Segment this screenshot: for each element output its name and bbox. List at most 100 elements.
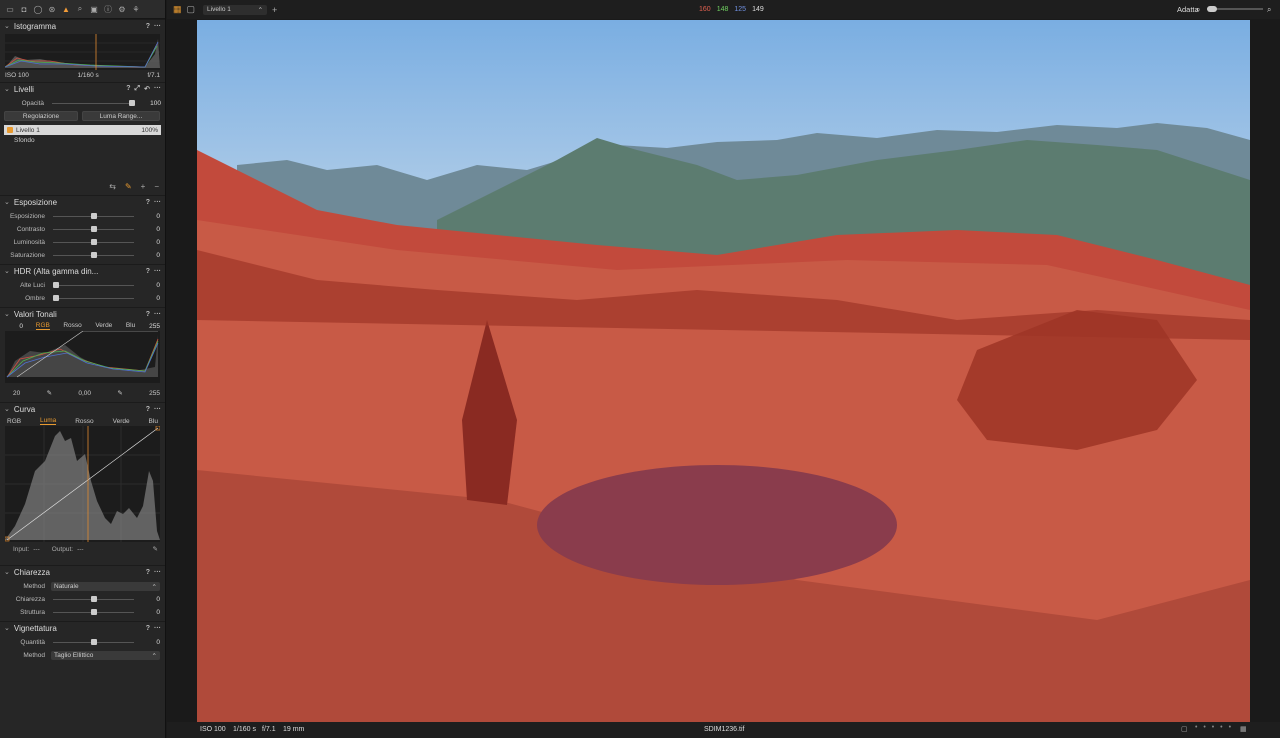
more-icon[interactable]: ···: [154, 23, 161, 30]
clarity-method-select[interactable]: Naturale ⌃: [51, 582, 160, 591]
single-view-icon[interactable]: ▢: [187, 4, 196, 15]
grid-view-icon[interactable]: ▦: [173, 4, 182, 15]
adjustments-icon[interactable]: ▣: [88, 3, 100, 15]
more-icon[interactable]: ···: [154, 85, 161, 93]
curve-tab-blue[interactable]: Blu: [149, 418, 158, 425]
status-aperture: f/7.1: [262, 726, 276, 733]
help-icon[interactable]: ?: [146, 569, 150, 576]
page-dots[interactable]: • • • • •: [1195, 724, 1233, 731]
saturation-slider[interactable]: [53, 249, 134, 262]
luma-range-button[interactable]: Luma Range...: [82, 111, 160, 121]
metadata-icon[interactable]: ⓘ: [102, 3, 114, 15]
pick-white-icon[interactable]: ✎: [117, 389, 122, 397]
help-icon[interactable]: ?: [146, 406, 150, 413]
levels-tab-green[interactable]: Verde: [95, 322, 112, 330]
histogram-header[interactable]: ⌄ Istogramma? ···: [0, 19, 165, 32]
curve-tab-luma[interactable]: Luma: [40, 417, 57, 425]
clarity-header[interactable]: ⌄ Chiarezza? ···: [0, 565, 165, 578]
tool-tabs: ▭ ◘ ◯ ⊛ ▲ ⌕ ▣ ⓘ ⚙ ⚘: [0, 0, 165, 19]
output-icon[interactable]: ⚙: [116, 3, 128, 15]
curve-tab-red[interactable]: Rosso: [75, 418, 93, 425]
brightness-slider[interactable]: [53, 236, 134, 249]
library-icon[interactable]: ▭: [4, 3, 16, 15]
vignette-amount-slider[interactable]: [53, 636, 134, 649]
hdr-panel: Alte Luci 0 Ombre 0: [0, 277, 165, 307]
batch-icon[interactable]: ⚘: [130, 3, 142, 15]
opacity-knob[interactable]: [129, 100, 135, 106]
more-icon[interactable]: ···: [154, 311, 161, 318]
camera-icon[interactable]: ◘: [18, 3, 30, 15]
structure-slider[interactable]: [53, 606, 134, 619]
levels-tab-red[interactable]: Rosso: [63, 322, 81, 330]
color-icon[interactable]: ⊛: [46, 3, 58, 15]
layer-row-active[interactable]: Livello 1 100%: [4, 125, 161, 135]
histogram-aperture: f/7.1: [147, 72, 160, 79]
pick-black-icon[interactable]: ✎: [47, 389, 52, 397]
levels-header[interactable]: ⌄ Valori Tonali? ···: [0, 307, 165, 320]
status-focal: 19 mm: [283, 726, 305, 733]
levels-tab-blue[interactable]: Blu: [126, 322, 135, 330]
details-icon[interactable]: ⌕: [74, 3, 86, 15]
levels-low-value[interactable]: 20: [5, 390, 20, 397]
help-icon[interactable]: ?: [146, 23, 150, 30]
highlights-slider[interactable]: [53, 279, 134, 292]
help-icon[interactable]: ?: [126, 85, 130, 93]
add-layer-icon[interactable]: +: [141, 182, 146, 191]
layer-select[interactable]: Livello 1 ⌃: [203, 4, 268, 15]
more-icon[interactable]: ···: [154, 268, 161, 275]
levels-graph[interactable]: [5, 331, 160, 383]
layer-checkbox[interactable]: [7, 127, 13, 133]
exposure-slider[interactable]: [53, 210, 134, 223]
shadows-slider[interactable]: [53, 292, 134, 305]
contrast-slider[interactable]: [53, 223, 134, 236]
copy-icon[interactable]: ⤢: [135, 85, 141, 93]
tool-sidebar: ▭ ◘ ◯ ⊛ ▲ ⌕ ▣ ⓘ ⚙ ⚘ ⌄ Istogramma? ··· ISO …: [0, 0, 166, 738]
help-icon[interactable]: ?: [146, 311, 150, 318]
levels-high-value[interactable]: 255: [149, 390, 160, 397]
curve-tab-rgb[interactable]: RGB: [7, 418, 21, 425]
exposure-panel: Esposizione 0 Contrasto 0 Luminosità 0 Satu…: [0, 208, 165, 264]
layers-header[interactable]: ⌄ Livelli? ⤢ ↶ ···: [0, 82, 165, 95]
more-icon[interactable]: ···: [154, 199, 161, 206]
help-icon[interactable]: ?: [146, 625, 150, 632]
adjustment-dropdown[interactable]: Regolazione: [4, 111, 78, 121]
help-icon[interactable]: ?: [146, 268, 150, 275]
image-viewer[interactable]: [197, 20, 1250, 722]
curve-tab-green[interactable]: Verde: [113, 418, 130, 425]
hdr-header[interactable]: ⌄ HDR (Alta gamma din...? ···: [0, 264, 165, 277]
curve-graph[interactable]: [5, 426, 160, 542]
grid-icon[interactable]: ▦: [1240, 725, 1247, 733]
lens-icon[interactable]: ◯: [32, 3, 44, 15]
opacity-slider[interactable]: [52, 97, 135, 110]
more-icon[interactable]: ···: [154, 625, 161, 632]
layer-row[interactable]: Sfondo: [4, 135, 161, 145]
zoom-in-icon[interactable]: ⌕: [1267, 5, 1271, 15]
clarity-panel: Method Naturale ⌃ Chiarezza 0 Struttura 0: [0, 578, 165, 621]
curve-header[interactable]: ⌄ Curva? ···: [0, 402, 165, 415]
add-icon[interactable]: +: [272, 5, 277, 15]
viewer-options-icon[interactable]: ▢: [1181, 725, 1188, 733]
more-icon[interactable]: ···: [154, 569, 161, 576]
remove-layer-icon[interactable]: −: [154, 182, 159, 191]
levels-tab-rgb[interactable]: RGB: [35, 322, 50, 330]
curve-picker-icon[interactable]: ✎: [153, 545, 158, 553]
vignette-header[interactable]: ⌄ Vignettatura? ···: [0, 621, 165, 634]
more-icon[interactable]: ···: [154, 406, 161, 413]
app-window: ▭ ◘ ◯ ⊛ ▲ ⌕ ▣ ⓘ ⚙ ⚘ ⌄ Istogramma? ··· ISO …: [0, 0, 1280, 738]
levels-panel: 0 RGB Rosso Verde Blu 255 20 ✎ 0,00 ✎ 25…: [0, 320, 165, 402]
zoom-slider[interactable]: [1207, 6, 1263, 12]
swap-icon[interactable]: ⇆: [109, 182, 116, 191]
clarity-slider[interactable]: [53, 593, 134, 606]
histogram-graph: [5, 34, 160, 70]
status-shutter: 1/160 s: [233, 726, 256, 733]
vignette-method-select[interactable]: Taglio Ellittico ⌃: [51, 651, 160, 660]
exposure-header[interactable]: ⌄ Esposizione? ···: [0, 195, 165, 208]
exposure-icon[interactable]: ▲: [60, 3, 72, 15]
brush-icon[interactable]: ✎: [125, 182, 132, 191]
vignette-panel: Quantità 0 Method Taglio Ellittico ⌃: [0, 634, 165, 664]
zoom-out-icon[interactable]: ⌕: [1196, 5, 1200, 15]
help-icon[interactable]: ?: [146, 199, 150, 206]
levels-mid-value[interactable]: 0,00: [78, 390, 91, 397]
reset-icon[interactable]: ↶: [144, 85, 150, 93]
histogram-shutter: 1/160 s: [77, 72, 99, 79]
